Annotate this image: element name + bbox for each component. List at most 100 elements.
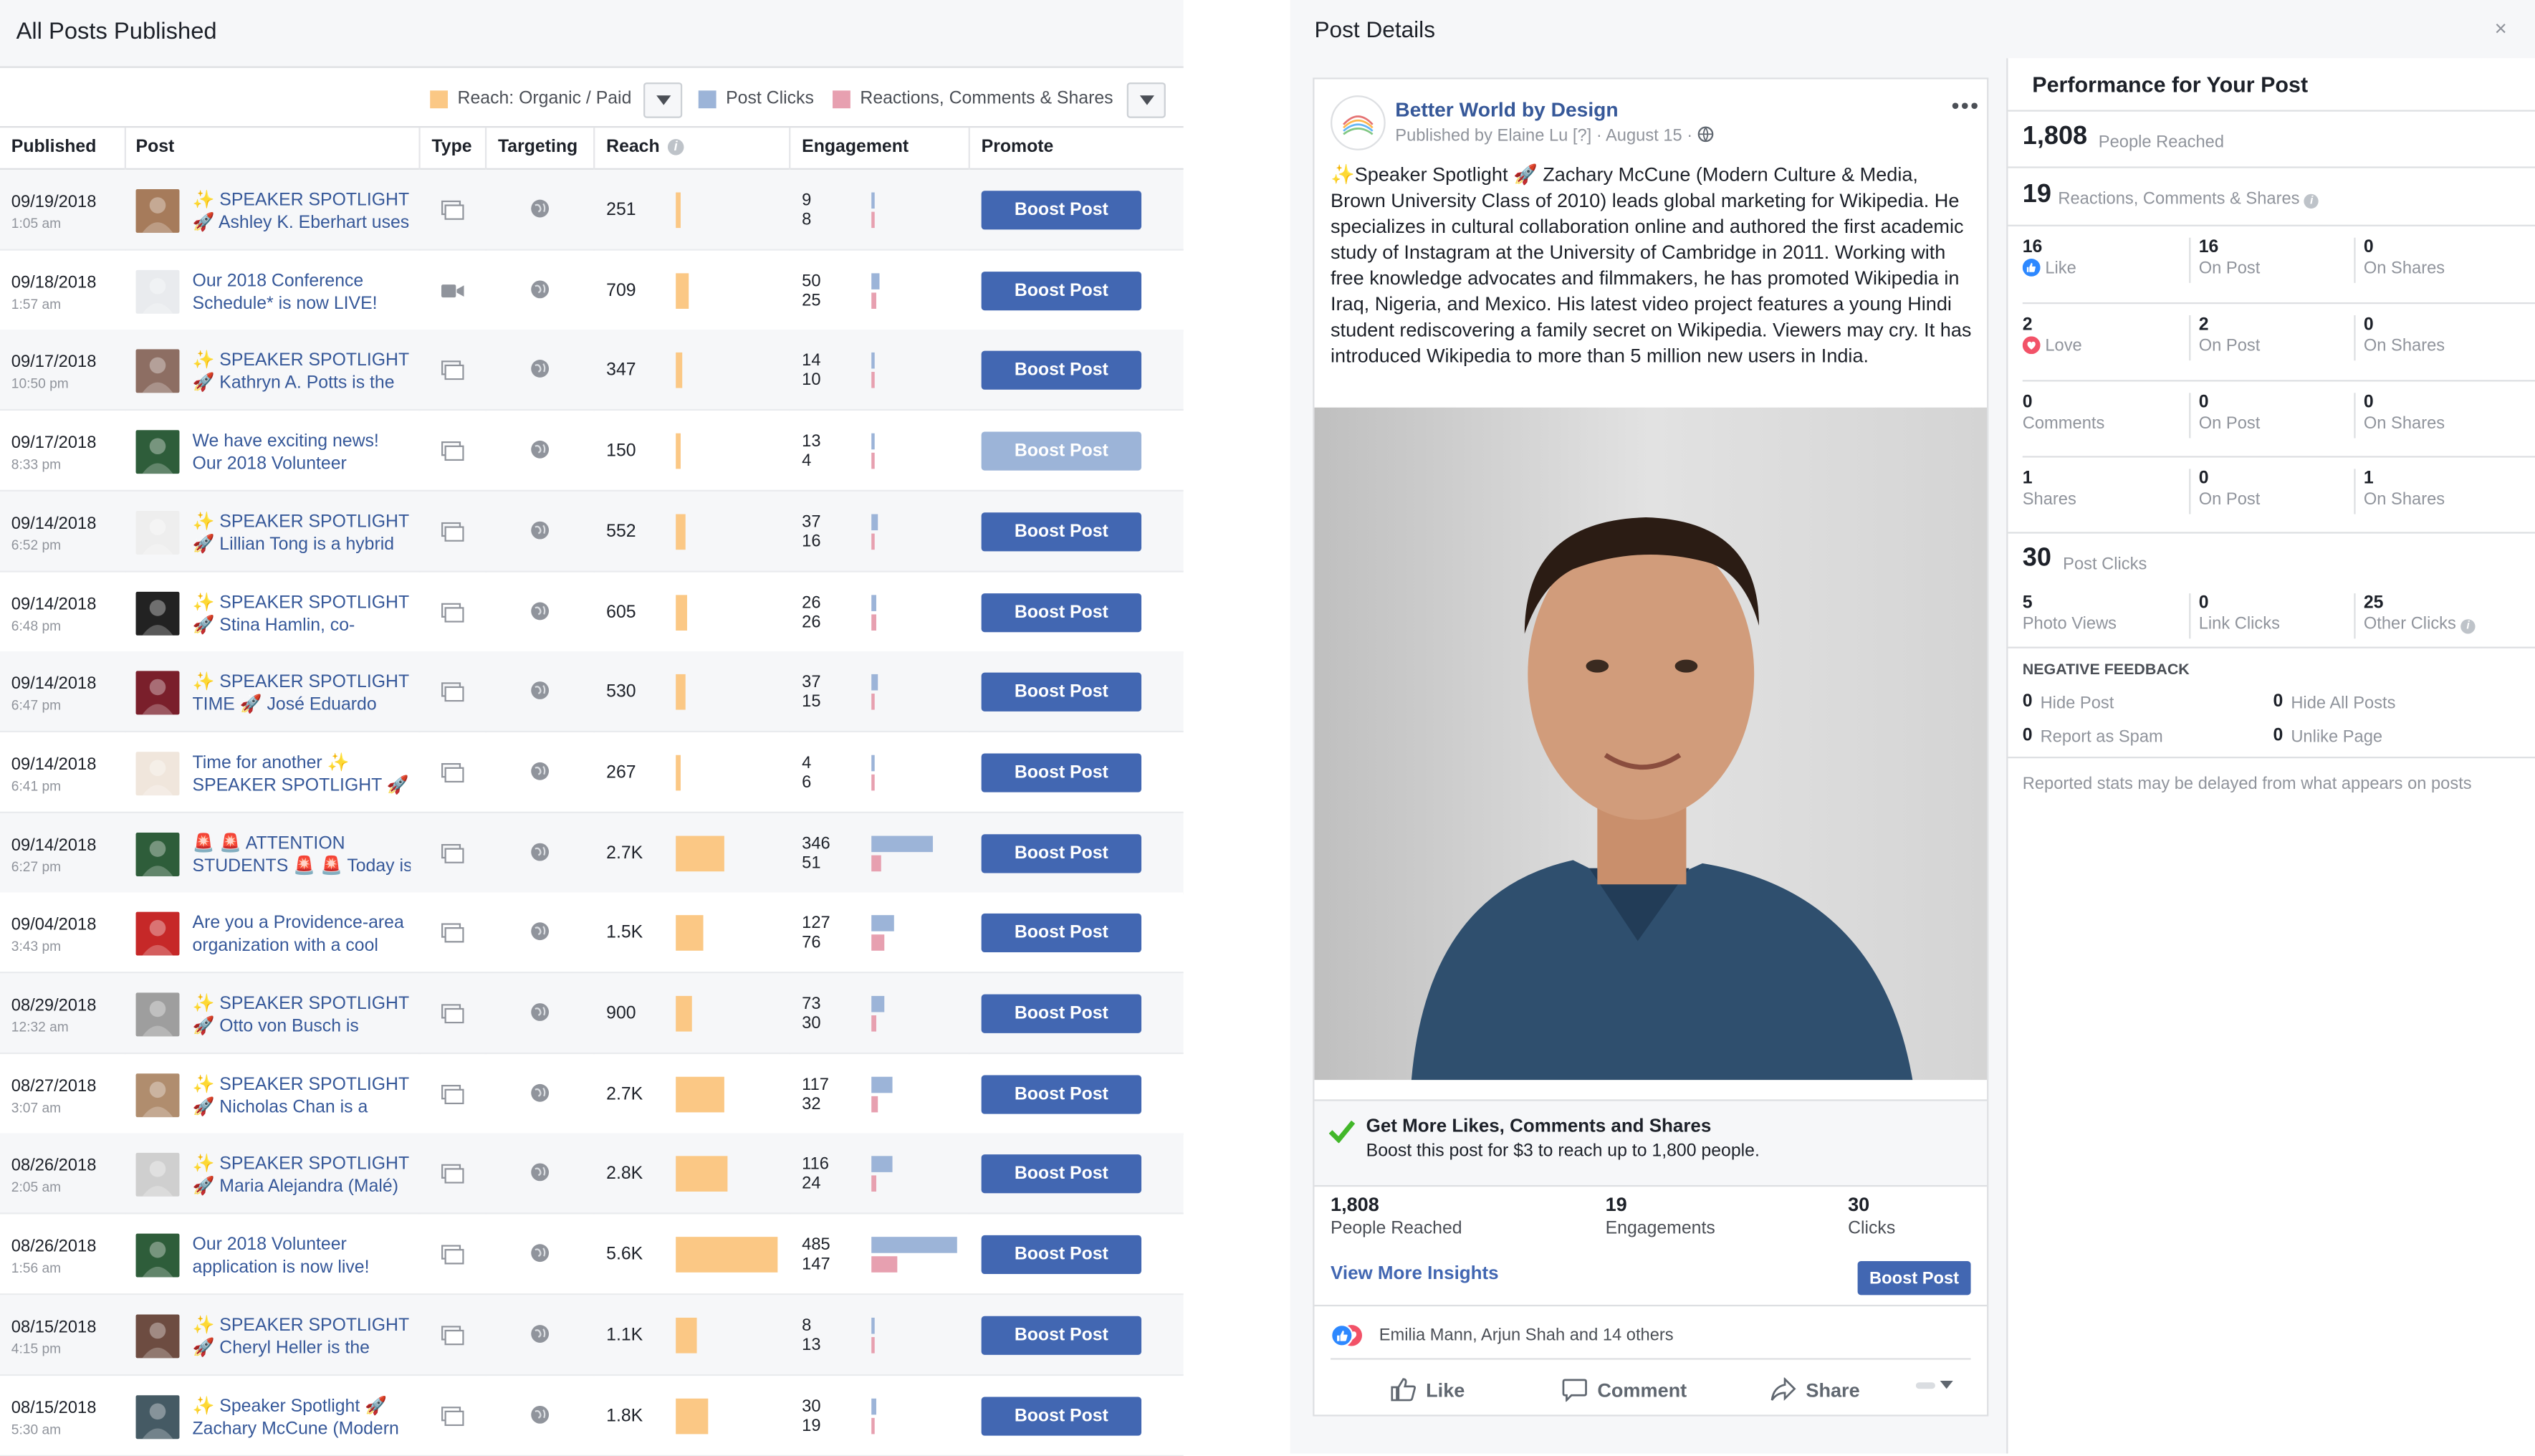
reactions-bar [871,372,875,389]
more-options-icon[interactable]: ••• [1951,92,1980,118]
boost-post-button[interactable]: Boost Post [981,1235,1142,1275]
table-row[interactable]: 08/15/2018 4:15 pm ✨ SPEAKER SPOTLIGHT 🚀 C… [0,1294,1184,1376]
table-row[interactable]: 08/26/2018 2:05 am ✨ SPEAKER SPOTLIGHT 🚀 M… [0,1134,1184,1215]
table-row[interactable]: 09/14/2018 6:47 pm ✨ SPEAKER SPOTLIGHT TIM… [0,651,1184,733]
boost-post-button[interactable]: Boost Post [981,512,1142,551]
post-link[interactable]: ✨ SPEAKER SPOTLIGHT 🚀 Kathryn A. Potts i… [193,350,411,395]
card-boost-button[interactable]: Boost Post [1857,1260,1971,1295]
engagement-dropdown[interactable] [1126,82,1166,118]
post-date: 09/19/2018 [11,192,97,212]
post-thumbnail[interactable] [135,590,180,635]
post-link[interactable]: 🚨 🚨 ATTENTION STUDENTS 🚨 🚨 Today is [193,832,411,877]
col-published[interactable]: Published [11,138,97,157]
post-thumbnail[interactable] [135,430,180,474]
post-photo[interactable] [1314,407,1988,1081]
post-thumbnail[interactable] [135,1313,180,1358]
boost-post-button[interactable]: Boost Post [981,592,1142,632]
table-row[interactable]: 09/17/2018 8:33 pm We have exciting news! … [0,411,1184,492]
post-link[interactable]: ✨ Speaker Spotlight 🚀 Zachary McCune (Mo… [193,1394,411,1440]
info-icon[interactable]: i [2460,619,2476,634]
table-row[interactable]: 09/14/2018 6:41 pm Time for another ✨ SPEA… [0,732,1184,813]
post-clicks-bar [871,514,878,530]
boost-post-button[interactable]: Boost Post [981,753,1142,792]
page-name-link[interactable]: Better World by Design [1395,99,1618,122]
reactions-summary[interactable]: Emilia Mann, Arjun Shah and 14 others [1331,1323,1674,1347]
post-thumbnail[interactable] [135,1153,180,1197]
info-icon[interactable]: i [667,139,684,155]
post-link[interactable]: Time for another ✨ SPEAKER SPOTLIGHT 🚀 [193,752,411,797]
boost-post-button[interactable]: Boost Post [981,833,1142,873]
post-thumbnail[interactable] [135,751,180,795]
boost-post-button[interactable]: Boost Post [981,994,1142,1033]
post-thumbnail[interactable] [135,1394,180,1439]
table-row[interactable]: 08/15/2018 5:30 am ✨ Speaker Spotlight 🚀 Z… [0,1375,1184,1456]
reach-dropdown[interactable] [643,82,683,118]
post-link[interactable]: ✨ SPEAKER SPOTLIGHT 🚀 Ashley K. Eberhart… [193,189,411,234]
table-row[interactable]: 09/04/2018 3:43 pm Are you a Providence-ar… [0,893,1184,974]
post-link[interactable]: ✨ SPEAKER SPOTLIGHT TIME 🚀 José Eduardo [193,671,411,717]
boost-post-button[interactable]: Boost Post [981,191,1142,230]
post-link[interactable]: ✨ SPEAKER SPOTLIGHT 🚀 Lillian Tong is a … [193,511,411,556]
table-row[interactable]: 08/26/2018 1:56 am Our 2018 Volunteer appl… [0,1214,1184,1295]
view-more-insights-link[interactable]: View More Insights [1331,1265,1499,1284]
table-row[interactable]: 09/19/2018 1:05 am ✨ SPEAKER SPOTLIGHT 🚀 A… [0,169,1184,251]
boost-post-button[interactable]: Boost Post [981,351,1142,391]
post-thumbnail[interactable] [135,1233,180,1278]
post-thumbnail[interactable] [135,1073,180,1117]
globe-icon [531,681,550,700]
post-thumbnail[interactable] [135,350,180,394]
post-link[interactable]: ✨ SPEAKER SPOTLIGHT 🚀 Stina Hamlin, co- [193,591,411,636]
post-clicks-value: 14 [802,351,821,371]
table-row[interactable]: 09/14/2018 6:52 pm ✨ SPEAKER SPOTLIGHT 🚀 L… [0,491,1184,573]
audience-selector[interactable] [1915,1377,1965,1394]
table-row[interactable]: 09/14/2018 6:27 pm 🚨 🚨 ATTENTION STUDENTS … [0,813,1184,894]
post-thumbnail[interactable] [135,832,180,876]
info-icon[interactable]: i [2304,193,2319,209]
post-link[interactable]: ✨ SPEAKER SPOTLIGHT 🚀 Otto von Busch is [193,992,411,1038]
table-row[interactable]: 08/29/2018 12:32 am ✨ SPEAKER SPOTLIGHT 🚀 … [0,973,1184,1055]
post-link[interactable]: ✨ SPEAKER SPOTLIGHT 🚀 Cheryl Heller is t… [193,1314,411,1359]
boost-post-button[interactable]: Boost Post [981,914,1142,953]
share-button[interactable]: Share [1770,1377,1860,1402]
close-icon[interactable]: × [2495,16,2507,41]
table-row[interactable]: 09/18/2018 1:57 am Our 2018 Conference Sch… [0,250,1184,331]
post-clicks-bar [871,995,885,1012]
post-thumbnail[interactable] [135,188,180,233]
post-time: 6:52 pm [11,536,62,553]
boost-post-button[interactable]: Boost Post [981,271,1142,310]
post-link[interactable]: Our 2018 Volunteer application is now li… [193,1234,411,1279]
post-thumbnail[interactable] [135,671,180,715]
page-logo[interactable] [1331,95,1386,150]
perf-cell-value: 0 [2363,237,2374,257]
boost-post-button[interactable]: Boost Post [981,1396,1142,1435]
boost-promo: Get More Likes, Comments and Shares Boos… [1314,1099,1988,1187]
post-thumbnail[interactable] [135,269,180,314]
globe-icon [531,199,550,218]
boost-post-button[interactable]: Boost Post [981,673,1142,712]
post-clicks-value: 117 [802,1074,829,1094]
post-link[interactable]: ✨ SPEAKER SPOTLIGHT 🚀 Nicholas Chan is a [193,1073,411,1119]
table-row[interactable]: 09/17/2018 10:50 pm ✨ SPEAKER SPOTLIGHT 🚀 … [0,330,1184,412]
table-row[interactable]: 09/14/2018 6:48 pm ✨ SPEAKER SPOTLIGHT 🚀 S… [0,571,1184,653]
boost-post-button[interactable]: Boost Post [981,1316,1142,1355]
table-row[interactable]: 08/27/2018 3:07 am ✨ SPEAKER SPOTLIGHT 🚀 N… [0,1053,1184,1135]
post-link[interactable]: Our 2018 Conference Schedule* is now LIV… [193,269,411,315]
boost-post-button[interactable]: Boost Post [981,1154,1142,1194]
post-link[interactable]: Are you a Providence-area organization w… [193,912,411,957]
post-clicks-bar [871,353,875,370]
boost-post-button[interactable]: Boost Post [981,431,1142,471]
post-link[interactable]: ✨ SPEAKER SPOTLIGHT 🚀 Maria Alejandra (M… [193,1154,411,1199]
post-time: 3:07 am [11,1098,62,1116]
like-button[interactable]: Like [1391,1377,1465,1402]
post-thumbnail[interactable] [135,912,180,957]
boost-post-button[interactable]: Boost Post [981,1074,1142,1113]
reach-value: 1.5K [606,924,643,944]
post-link[interactable]: We have exciting news! Our 2018 Voluntee… [193,430,411,475]
comment-button[interactable]: Comment [1562,1377,1687,1402]
col-reach[interactable]: Reach [606,138,660,157]
photo-post-icon [441,1245,464,1265]
post-thumbnail[interactable] [135,992,180,1037]
post-thumbnail[interactable] [135,510,180,555]
panel-header: All Posts Published [0,0,1184,68]
post-date: 09/14/2018 [11,594,97,614]
